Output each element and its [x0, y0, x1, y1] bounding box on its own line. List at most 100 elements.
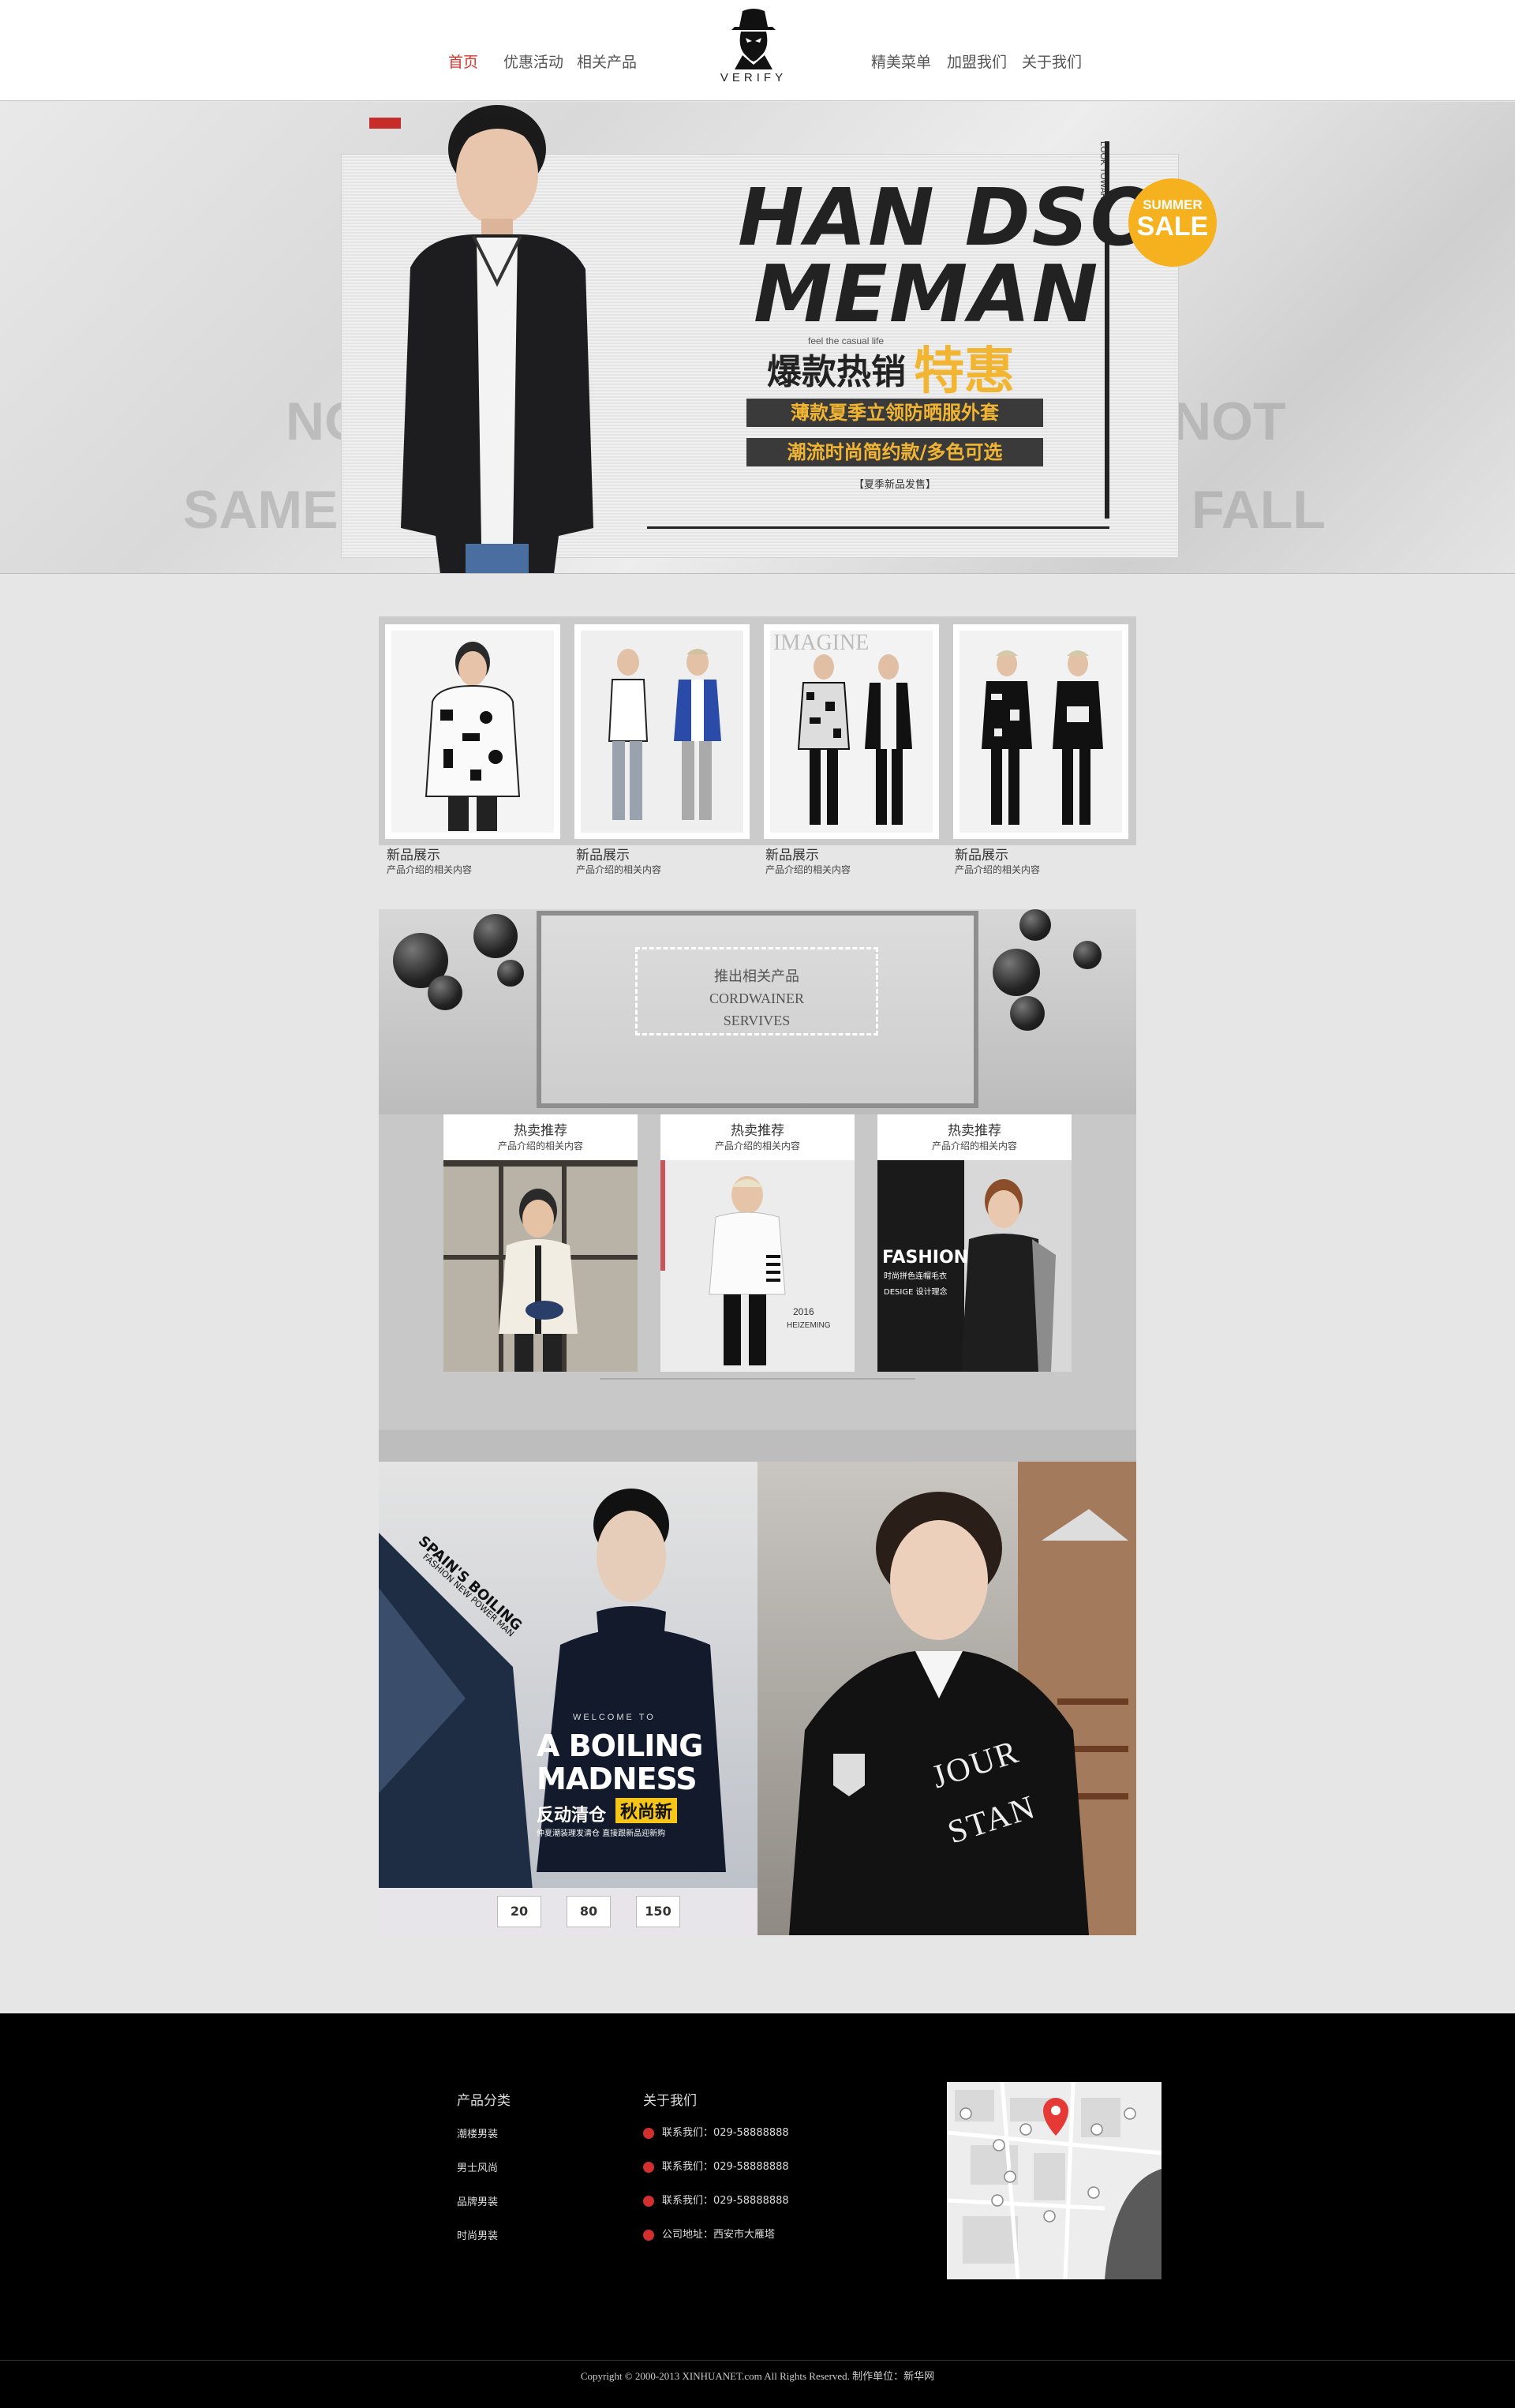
hot-card[interactable]: 热卖推荐 产品介绍的相关内容: [443, 1114, 638, 1372]
location-icon: [643, 2229, 654, 2241]
product-title[interactable]: 新品展示: [765, 844, 819, 863]
site-footer: 产品分类 潮楼男装 男士风尚 品牌男装 时尚男装 关于我们 联系我们：029-5…: [0, 2013, 1515, 2408]
product-card[interactable]: [574, 624, 750, 839]
product-image: [385, 624, 560, 839]
banner-cn-highlight: 秋尚新: [615, 1798, 678, 1823]
coupon[interactable]: 20: [497, 1896, 541, 1927]
footer-divider: [0, 2360, 1515, 2361]
hot-card-fashion: FASHION: [882, 1248, 968, 1268]
promo-bar: 潮流时尚简约款/多色可选: [746, 438, 1043, 466]
hero-headline: MEMAN: [754, 248, 1100, 340]
promo-banner-left[interactable]: SPAIN'S BOILING FASHION NEW POWER MAN WE…: [379, 1462, 758, 1935]
footer-col-title: 关于我们: [643, 2093, 697, 2109]
contact-item[interactable]: 联系我们：029-58888888: [643, 2124, 789, 2139]
hot-card-header: 热卖推荐 产品介绍的相关内容: [660, 1114, 855, 1160]
nav-promotions[interactable]: 优惠活动: [503, 51, 563, 72]
banner-headline: A BOILING: [537, 1728, 703, 1763]
bubble-decoration: [1073, 941, 1102, 969]
hot-card-brand: HEIZEMING: [787, 1321, 831, 1330]
hero-sub-highlight: 特惠: [914, 343, 1015, 401]
divider: [600, 1378, 915, 1380]
contact-text: 公司地址：西安市大雁塔: [662, 2229, 776, 2241]
bubble-decoration: [473, 914, 518, 958]
hot-card[interactable]: 热卖推荐 产品介绍的相关内容 FASHION 时尚拼色连帽毛衣 DESIGE 设…: [877, 1114, 1072, 1372]
sale-big: SALE: [1136, 212, 1209, 242]
hot-card-image: 2016 HEIZEMING: [660, 1160, 855, 1372]
product-image: [574, 624, 750, 839]
nav-home[interactable]: 首页: [448, 51, 478, 72]
product-title[interactable]: 新品展示: [955, 844, 1008, 863]
svg-text:IMAGINE: IMAGINE: [773, 631, 869, 655]
featured-label[interactable]: 推出相关产品 CORDWAINER SERVIVES: [635, 947, 878, 1035]
contact-text: 联系我们：029-58888888: [662, 2127, 789, 2139]
welcome-text: WELCOME TO: [573, 1713, 656, 1722]
hero-tagline: 【夏季新品发售】: [854, 479, 937, 491]
product-desc: 产品介绍的相关内容: [765, 864, 851, 875]
hero-banner[interactable]: NOT SAME FA NOT FALL LOOK TOWARDS HAN DS…: [0, 102, 1515, 574]
promo-bar: 薄款夏季立领防晒服外套: [746, 399, 1043, 427]
hot-card-desc: 产品介绍的相关内容: [931, 1140, 1017, 1152]
bubble-decoration: [1010, 996, 1045, 1031]
product-card[interactable]: IMAGINE: [764, 624, 939, 839]
product-desc: 产品介绍的相关内容: [576, 864, 662, 875]
phone-icon: [643, 2127, 654, 2139]
banner-cn: 反动清仓: [537, 1806, 607, 1826]
hot-card-header: 热卖推荐 产品介绍的相关内容: [877, 1114, 1072, 1160]
banner-art: [789, 1462, 1136, 1935]
product-card[interactable]: [385, 624, 560, 839]
footer-link[interactable]: 时尚男装: [457, 2227, 498, 2242]
hot-card-header: 热卖推荐 产品介绍的相关内容: [443, 1114, 638, 1160]
nav-products[interactable]: 相关产品: [577, 51, 637, 72]
promo-banner-right[interactable]: JOUR STAN: [758, 1462, 1136, 1935]
nav-menu[interactable]: 精美菜单: [871, 51, 931, 72]
footer-link[interactable]: 男士风尚: [457, 2159, 498, 2174]
featured-sub: SERVIVES: [723, 1013, 791, 1028]
hat-man-icon: [731, 9, 776, 69]
hot-card-year: 2016: [793, 1306, 814, 1317]
bubble-decoration: [1019, 909, 1051, 941]
copyright: Copyright © 2000-2013 XINHUANET.com All …: [580, 2370, 935, 2382]
brand-name: VERIFY: [720, 71, 787, 84]
contact-item[interactable]: 公司地址：西安市大雁塔: [643, 2226, 775, 2241]
contact-text: 联系我们：029-58888888: [662, 2195, 789, 2207]
map-graphic: [947, 2082, 1162, 2279]
hot-card-title: 热卖推荐: [731, 1123, 784, 1139]
nav-about[interactable]: 关于我们: [1022, 51, 1082, 72]
contact-item[interactable]: 联系我们：029-58888888: [643, 2158, 789, 2173]
product-title[interactable]: 新品展示: [387, 844, 440, 863]
hot-card-image: FASHION 时尚拼色连帽毛衣 DESIGE 设计理念: [877, 1160, 1072, 1372]
model-photo: [401, 105, 593, 573]
summer-sale-badge: SUMMER SALE: [1128, 178, 1217, 267]
banner-small: 仲夏潮装理发清仓 直接跟新品迎新购: [537, 1829, 666, 1838]
ghost-text: FALL: [1191, 480, 1326, 540]
new-products: IMAGINE 新品展示 产品介绍的相关内容 新品展示 产品介绍的相关内容 新品…: [379, 616, 1136, 893]
footer-col-title: 产品分类: [457, 2093, 511, 2109]
product-card[interactable]: [953, 624, 1128, 839]
hot-section: 推出相关产品 CORDWAINER SERVIVES 热卖推荐 产品介绍的相关内…: [379, 909, 1136, 1462]
product-desc: 产品介绍的相关内容: [955, 864, 1041, 875]
bubble-decoration: [428, 976, 462, 1010]
coupon[interactable]: 150: [636, 1896, 680, 1927]
contact-item[interactable]: 联系我们：029-58888888: [643, 2192, 789, 2207]
hot-card-desc: 产品介绍的相关内容: [497, 1140, 583, 1152]
nav-join[interactable]: 加盟我们: [947, 51, 1007, 72]
banner-headline: MADNESS: [537, 1762, 698, 1796]
banner-art: [379, 1489, 758, 1935]
coupon[interactable]: 80: [567, 1896, 611, 1927]
product-image: [953, 624, 1128, 839]
product-desc: 产品介绍的相关内容: [387, 864, 473, 875]
footer-link[interactable]: 品牌男装: [457, 2193, 498, 2208]
ghost-text: NOT: [1173, 391, 1286, 451]
phone-icon: [643, 2161, 654, 2173]
bubble-decoration: [497, 960, 524, 987]
product-title[interactable]: 新品展示: [576, 844, 630, 863]
hot-card-title: 热卖推荐: [948, 1123, 1001, 1139]
phone-icon: [643, 2195, 654, 2207]
footer-link[interactable]: 潮楼男装: [457, 2125, 498, 2140]
logo[interactable]: VERIFY: [714, 6, 793, 95]
location-map[interactable]: [947, 2082, 1162, 2279]
hot-card-title: 热卖推荐: [514, 1123, 567, 1139]
hot-card[interactable]: 热卖推荐 产品介绍的相关内容 2016 HEIZEMING: [660, 1114, 855, 1372]
featured-title: 推出相关产品: [714, 968, 799, 984]
site-header: 首页 优惠活动 相关产品 VERIFY 精美菜单 加盟我们 关于我们: [0, 0, 1515, 101]
